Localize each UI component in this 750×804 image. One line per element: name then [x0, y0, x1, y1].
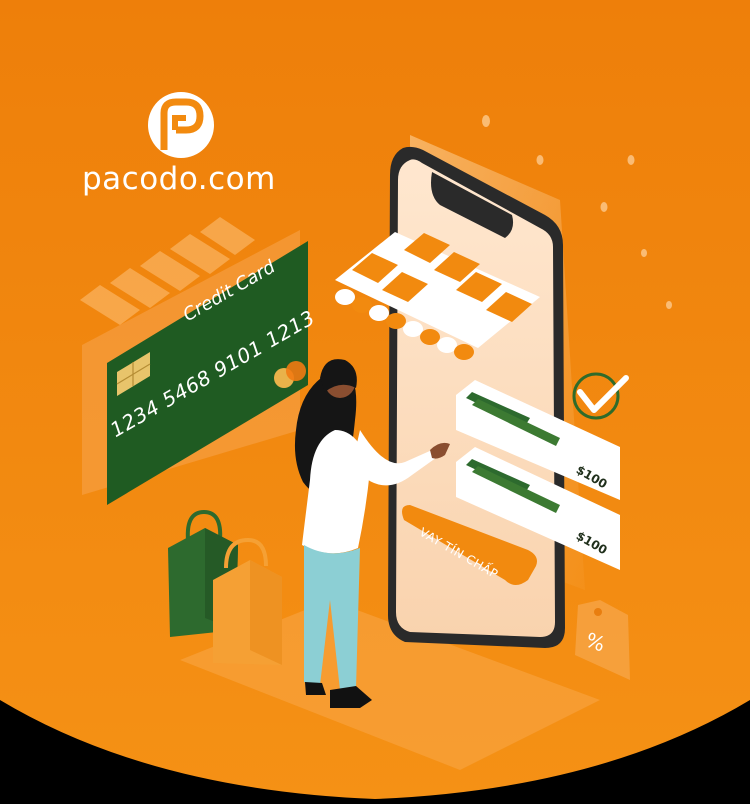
- brand-name: pacodo.com: [82, 161, 276, 197]
- hero-illustration: pacodo.com Credit Card 1234 5468 9101 12…: [0, 0, 750, 799]
- illustration-canvas: [0, 0, 750, 799]
- logo-icon: [148, 92, 214, 158]
